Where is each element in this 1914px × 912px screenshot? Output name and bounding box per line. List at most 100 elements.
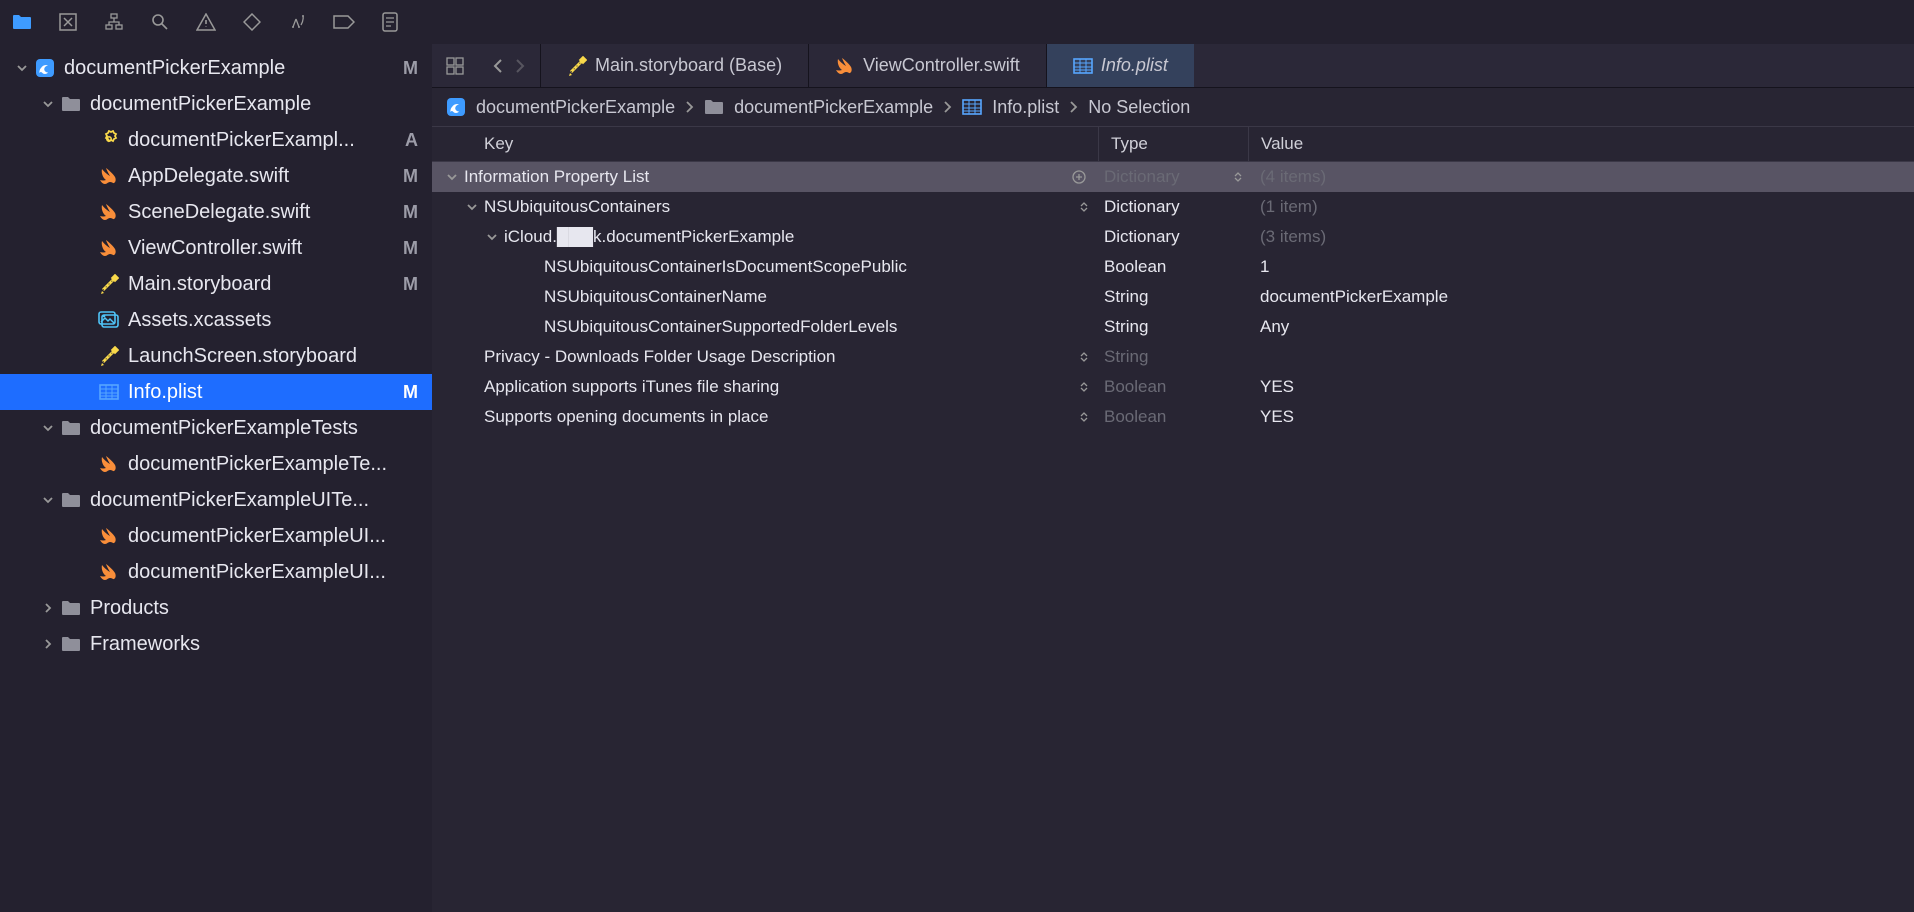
file-name-label: Assets.xcassets [128, 309, 418, 332]
related-items-icon[interactable] [446, 57, 464, 75]
editor-tab[interactable]: Info.plist [1046, 44, 1194, 87]
plist-key[interactable]: iCloud.███k.documentPickerExample [504, 227, 1088, 247]
plist-type[interactable]: Boolean [1104, 257, 1166, 277]
plist-row[interactable]: Privacy - Downloads Folder Usage Descrip… [432, 342, 1914, 372]
plist-type[interactable]: Boolean [1104, 407, 1166, 427]
plist-key[interactable]: NSUbiquitousContainerIsDocumentScopePubl… [544, 257, 1088, 277]
file-tree-row[interactable]: documentPickerExampleUI... [0, 554, 432, 590]
editor-tab[interactable]: ViewController.swift [808, 44, 1046, 87]
disclosure-triangle[interactable] [40, 639, 56, 649]
plist-value[interactable]: (1 item) [1248, 197, 1914, 217]
reports-icon[interactable] [378, 10, 402, 34]
plist-row[interactable]: NSUbiquitousContainerSupportedFolderLeve… [432, 312, 1914, 342]
plist-value[interactable]: documentPickerExample [1248, 287, 1914, 307]
column-key[interactable]: Key [432, 127, 1098, 161]
disclosure-triangle[interactable] [40, 99, 56, 109]
swift-icon [98, 525, 120, 547]
folder-icon [60, 489, 82, 511]
file-tree-row[interactable]: LaunchScreen.storyboard [0, 338, 432, 374]
plist-value[interactable]: (3 items) [1248, 227, 1914, 247]
jump-bar[interactable]: documentPickerExample documentPickerExamp… [432, 88, 1914, 126]
symbol-navigator-icon[interactable] [102, 10, 126, 34]
disclosure-triangle[interactable] [40, 603, 56, 613]
plist-key[interactable]: Information Property List [464, 167, 1064, 187]
plist-row[interactable]: NSUbiquitousContainerName String documentP… [432, 282, 1914, 312]
column-type[interactable]: Type [1098, 127, 1248, 161]
breadcrumb-item[interactable]: documentPickerExample [734, 97, 933, 118]
forward-button[interactable] [514, 58, 526, 74]
plist-type[interactable]: String [1104, 317, 1148, 337]
file-tree-row[interactable]: documentPickerExampleUITe... [0, 482, 432, 518]
disclosure-triangle[interactable] [14, 63, 30, 73]
storyboard-icon [98, 273, 120, 295]
plist-value[interactable]: Any [1248, 317, 1914, 337]
tests-icon[interactable] [240, 10, 264, 34]
plist-value[interactable]: 1 [1248, 257, 1914, 277]
file-tree-row[interactable]: documentPickerExampl...A [0, 122, 432, 158]
folder-icon[interactable] [10, 10, 34, 34]
file-name-label: documentPickerExample [90, 93, 418, 116]
file-tree-row[interactable]: Info.plistM [0, 374, 432, 410]
back-button[interactable] [492, 58, 504, 74]
file-tree-row[interactable]: documentPickerExampleM [0, 50, 432, 86]
file-tree-row[interactable]: Main.storyboardM [0, 266, 432, 302]
plist-type[interactable]: Dictionary [1104, 167, 1180, 187]
tab-nav-controls [432, 44, 540, 87]
plist-type[interactable]: String [1104, 287, 1148, 307]
plist-key[interactable]: Application supports iTunes file sharing [484, 377, 1080, 397]
file-tree-row[interactable]: documentPickerExampleUI... [0, 518, 432, 554]
file-tree-row[interactable]: Assets.xcassets [0, 302, 432, 338]
file-tree-row[interactable]: Products [0, 590, 432, 626]
plist-key[interactable]: Privacy - Downloads Folder Usage Descrip… [484, 347, 1080, 367]
plist-key[interactable]: Supports opening documents in place [484, 407, 1080, 427]
plist-row[interactable]: NSUbiquitousContainers Dictionary (1 item) [432, 192, 1914, 222]
debug-icon[interactable] [286, 10, 310, 34]
disclosure-triangle[interactable] [444, 172, 460, 182]
plist-row[interactable]: Supports opening documents in place Boole… [432, 402, 1914, 432]
issues-icon[interactable] [194, 10, 218, 34]
breakpoints-icon[interactable] [332, 10, 356, 34]
plist-type[interactable]: Boolean [1104, 377, 1166, 397]
plist-row[interactable]: Information Property List Dictionary (4 it… [432, 162, 1914, 192]
breadcrumb-item[interactable]: No Selection [1088, 97, 1190, 118]
file-tree-row[interactable]: documentPickerExample [0, 86, 432, 122]
disclosure-triangle[interactable] [40, 423, 56, 433]
disclosure-triangle[interactable] [484, 232, 500, 242]
source-control-icon[interactable] [56, 10, 80, 34]
file-tree-row[interactable]: SceneDelegate.swiftM [0, 194, 432, 230]
disclosure-triangle[interactable] [40, 495, 56, 505]
file-name-label: documentPickerExampleTests [90, 417, 418, 440]
scm-status-badge: M [403, 238, 418, 259]
plist-value[interactable]: YES [1248, 407, 1914, 427]
plist-key[interactable]: NSUbiquitousContainers [484, 197, 1080, 217]
plist-row[interactable]: NSUbiquitousContainerIsDocumentScopePubl… [432, 252, 1914, 282]
editor-tab[interactable]: Main.storyboard (Base) [540, 44, 808, 87]
disclosure-triangle[interactable] [464, 202, 480, 212]
plist-key[interactable]: NSUbiquitousContainerName [544, 287, 1088, 307]
plist-key[interactable]: NSUbiquitousContainerSupportedFolderLeve… [544, 317, 1088, 337]
gear-badge-icon [98, 129, 120, 151]
app-icon [446, 97, 466, 117]
column-value[interactable]: Value [1248, 127, 1914, 161]
breadcrumb-item[interactable]: Info.plist [992, 97, 1059, 118]
file-tree-row[interactable]: ViewController.swiftM [0, 230, 432, 266]
file-tree-row[interactable]: documentPickerExampleTests [0, 410, 432, 446]
plist-value[interactable]: (4 items) [1248, 167, 1914, 187]
file-tree-row[interactable]: documentPickerExampleTe... [0, 446, 432, 482]
project-navigator[interactable]: documentPickerExampleMdocumentPickerExam… [0, 44, 432, 912]
plist-value[interactable]: YES [1248, 377, 1914, 397]
plist-icon [1073, 58, 1093, 74]
plist-type[interactable]: Dictionary [1104, 227, 1180, 247]
plist-type[interactable]: Dictionary [1104, 197, 1180, 217]
search-icon[interactable] [148, 10, 172, 34]
plist-type[interactable]: String [1104, 347, 1148, 367]
add-row-icon[interactable] [1070, 170, 1088, 184]
plist-row[interactable]: Application supports iTunes file sharing… [432, 372, 1914, 402]
swift-icon [98, 201, 120, 223]
file-tree-row[interactable]: AppDelegate.swiftM [0, 158, 432, 194]
app-icon [34, 57, 56, 79]
breadcrumb-item[interactable]: documentPickerExample [476, 97, 675, 118]
plist-row[interactable]: iCloud.███k.documentPickerExample Diction… [432, 222, 1914, 252]
file-tree-row[interactable]: Frameworks [0, 626, 432, 662]
tab-label: Info.plist [1101, 55, 1168, 76]
